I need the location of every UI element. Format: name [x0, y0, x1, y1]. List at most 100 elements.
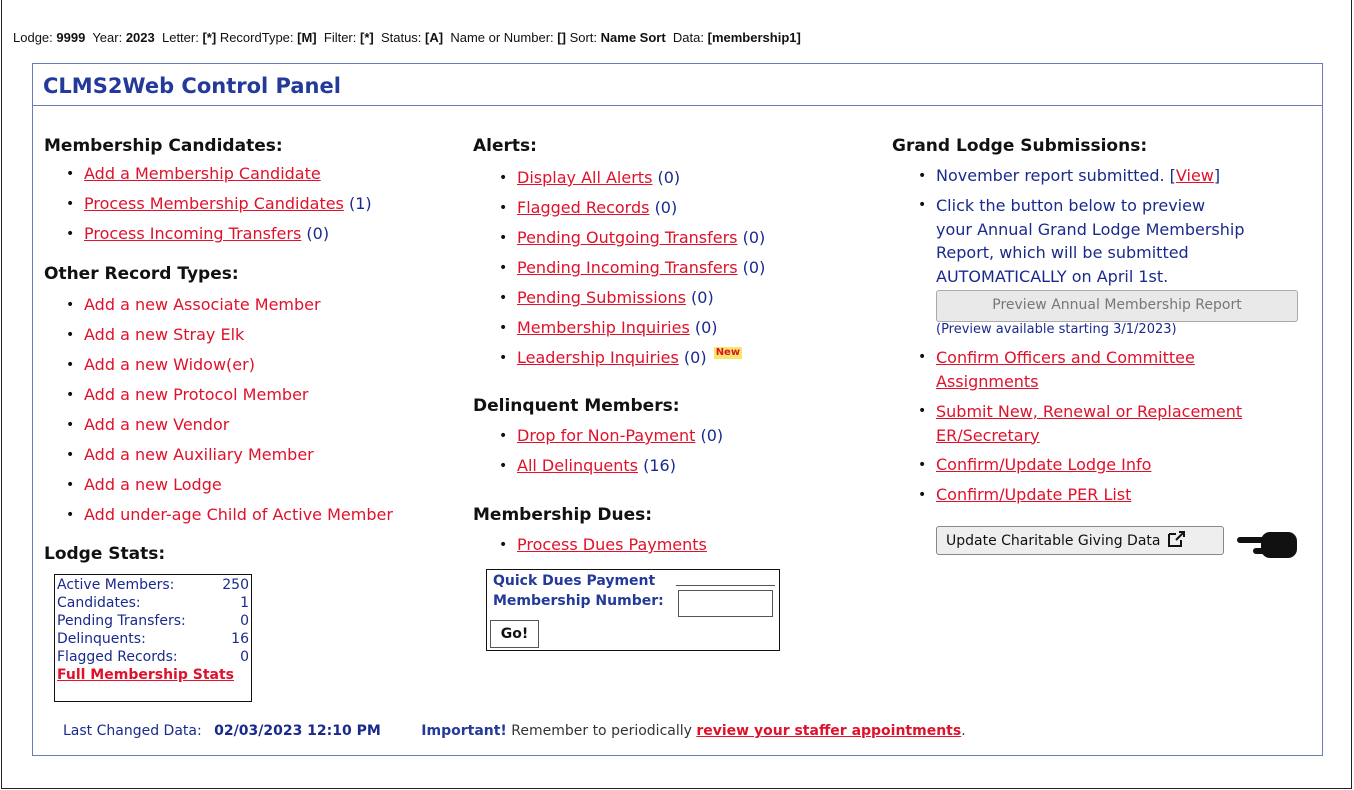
add-associate-member-link[interactable]: Add a new Associate Member — [84, 295, 321, 314]
add-membership-candidate-link[interactable]: Add a Membership Candidate — [84, 164, 321, 183]
last-changed-label: Last Changed Data: — [63, 723, 202, 739]
letter-label: Letter: — [161, 30, 199, 45]
leadership-inquiries-link[interactable]: Leadership Inquiries — [517, 348, 679, 367]
list-item: Confirm/Update PER List — [916, 480, 1316, 510]
recordtype-label: RecordType: — [219, 30, 294, 45]
preview-text-line: Report, which will be submitted — [936, 243, 1189, 262]
alerts-list: Display All Alerts (0) Flagged Records (… — [497, 163, 765, 373]
list-item: Confirm Officers and Committee Assignment… — [916, 346, 1316, 393]
list-item: November report submitted. [View] — [916, 161, 1316, 191]
link-line: ER/Secretary — [936, 425, 1040, 445]
list-item: Flagged Records (0) — [497, 193, 765, 223]
confirm-per-list-link[interactable]: Confirm/Update PER List — [936, 485, 1131, 504]
preview-text-line: Click the button below to preview — [936, 196, 1206, 215]
process-incoming-transfers-link[interactable]: Process Incoming Transfers — [84, 224, 301, 243]
process-dues-payments-link[interactable]: Process Dues Payments — [517, 535, 707, 554]
delinquent-members-list: Drop for Non-Payment (0) All Delinquents… — [497, 421, 723, 481]
link-line: Submit New, Renewal or Replacement — [936, 402, 1243, 421]
list-item: Click the button below to preview your A… — [916, 194, 1316, 288]
title-divider — [33, 105, 1322, 106]
list-item: Add a new Widow(er) — [64, 350, 393, 380]
important-label: Important! — [421, 723, 507, 739]
status-label: Status: — [380, 30, 422, 45]
list-item: Submit New, Renewal or Replacement ER/Sec… — [916, 400, 1316, 447]
quick-dues-title: Quick Dues Payment — [493, 573, 656, 589]
add-vendor-link[interactable]: Add a new Vendor — [84, 415, 229, 434]
count: (0) — [694, 318, 718, 337]
preview-annual-report-button[interactable]: Preview Annual Membership Report — [936, 290, 1298, 322]
update-charitable-giving-button[interactable]: Update Charitable Giving Data — [936, 526, 1224, 555]
pending-submissions-link[interactable]: Pending Submissions — [517, 288, 686, 307]
membership-inquiries-link[interactable]: Membership Inquiries — [517, 318, 690, 337]
list-item: Add a new Stray Elk — [64, 320, 393, 350]
count: (1) — [348, 194, 372, 213]
pending-incoming-transfers-link[interactable]: Pending Incoming Transfers — [517, 258, 738, 277]
list-item: Leadership Inquiries (0) New — [497, 343, 765, 373]
data-label: Data: — [672, 30, 704, 45]
count: (0) — [683, 348, 707, 367]
recordtype-value: [M] — [297, 30, 317, 45]
stat-label: Delinquents: — [57, 631, 146, 647]
membership-number-input[interactable] — [678, 590, 773, 617]
count: (0) — [691, 288, 714, 307]
button-label: Update Charitable Giving Data — [946, 533, 1161, 549]
stat-label: Candidates: — [57, 595, 141, 611]
period: . — [961, 723, 966, 739]
grand-lodge-list: November report submitted. [View] Click … — [916, 161, 1316, 288]
stat-value: 250 — [222, 577, 249, 593]
list-item: Display All Alerts (0) — [497, 163, 765, 193]
process-membership-candidates-link[interactable]: Process Membership Candidates — [84, 194, 344, 213]
letter-value: [*] — [202, 30, 217, 45]
confirm-officers-link[interactable]: Confirm Officers and Committee Assignment… — [936, 348, 1195, 391]
display-all-alerts-link[interactable]: Display All Alerts — [517, 168, 652, 187]
count: (0) — [306, 224, 330, 243]
delinquent-members-heading: Delinquent Members: — [473, 396, 680, 416]
panel-title: CLMS2Web Control Panel — [43, 74, 341, 98]
count: (0) — [657, 168, 681, 187]
review-staffer-link[interactable]: review your staffer appointments — [696, 723, 961, 739]
list-item: Pending Incoming Transfers (0) — [497, 253, 765, 283]
report-submitted-text: November report submitted. — [936, 166, 1165, 185]
add-lodge-link[interactable]: Add a new Lodge — [84, 475, 222, 494]
list-item: Add a new Vendor — [64, 410, 393, 440]
drop-for-non-payment-link[interactable]: Drop for Non-Payment — [517, 426, 695, 445]
filter-value: [*] — [360, 30, 374, 45]
stat-label: Pending Transfers: — [57, 613, 186, 629]
membership-candidates-heading: Membership Candidates: — [44, 136, 283, 156]
preview-text-line: your Annual Grand Lodge Membership — [936, 219, 1245, 239]
new-badge: New — [713, 347, 743, 359]
membership-dues-list: Process Dues Payments — [497, 530, 707, 560]
flagged-records-link[interactable]: Flagged Records — [517, 198, 649, 217]
external-link-icon — [1167, 531, 1185, 547]
filter-label: Filter: — [323, 30, 357, 45]
list-item: Add a new Associate Member — [64, 290, 393, 320]
list-item: Membership Inquiries (0) — [497, 313, 765, 343]
add-widower-link[interactable]: Add a new Widow(er) — [84, 355, 255, 374]
year-label: Year: — [92, 30, 123, 45]
name-value: [] — [557, 30, 566, 45]
stat-value: 0 — [240, 649, 249, 665]
list-item: Confirm/Update Lodge Info — [916, 450, 1316, 480]
sort-label: Sort: — [569, 30, 598, 45]
list-item: Process Membership Candidates (1) — [64, 189, 372, 219]
pending-outgoing-transfers-link[interactable]: Pending Outgoing Transfers — [517, 228, 738, 247]
view-report-link[interactable]: View — [1176, 166, 1214, 185]
count: (16) — [643, 456, 676, 475]
link-line: Confirm Officers and Committee — [936, 348, 1195, 367]
full-membership-stats-link[interactable]: Full Membership Stats — [57, 666, 249, 684]
list-item: Drop for Non-Payment (0) — [497, 421, 723, 451]
count: (0) — [654, 198, 678, 217]
confirm-lodge-info-link[interactable]: Confirm/Update Lodge Info — [936, 455, 1151, 474]
add-auxiliary-member-link[interactable]: Add a new Auxiliary Member — [84, 445, 314, 464]
add-stray-elk-link[interactable]: Add a new Stray Elk — [84, 325, 244, 344]
add-protocol-member-link[interactable]: Add a new Protocol Member — [84, 385, 308, 404]
year-value: 2023 — [125, 30, 155, 45]
add-underage-child-link[interactable]: Add under-age Child of Active Member — [84, 505, 393, 524]
list-item: Add a Membership Candidate — [64, 159, 372, 189]
list-item: Add under-age Child of Active Member — [64, 500, 393, 530]
submit-er-secretary-link[interactable]: Submit New, Renewal or Replacement ER/Sec… — [936, 402, 1242, 445]
sort-value: Name Sort — [600, 30, 666, 45]
go-button[interactable]: Go! — [490, 620, 539, 648]
other-record-types-heading: Other Record Types: — [44, 264, 239, 284]
all-delinquents-link[interactable]: All Delinquents — [517, 456, 638, 475]
